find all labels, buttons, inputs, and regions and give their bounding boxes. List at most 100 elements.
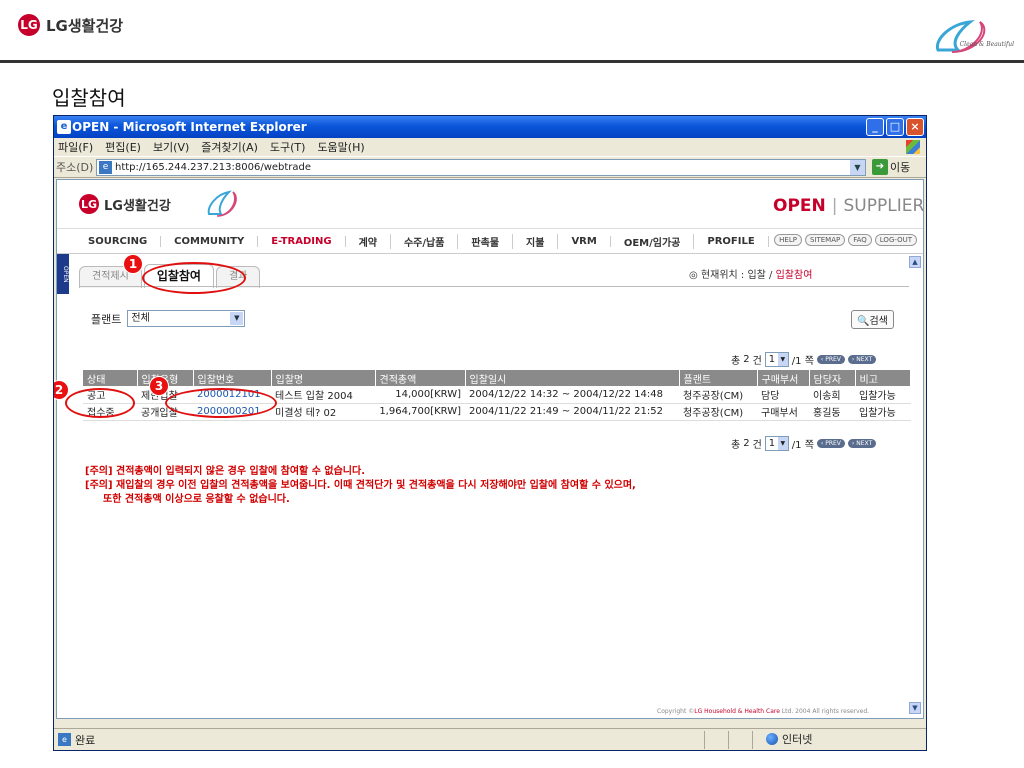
pager-bottom: 총 2 건 1 ▼ /1 쪽 ‹ PREV › NEXT <box>731 436 877 451</box>
menu-view[interactable]: 보기(V) <box>153 139 189 155</box>
col-remark: 비고 <box>855 370 911 386</box>
cell-remark: 입찰가능 <box>855 386 911 404</box>
go-button[interactable]: ➔ 이동 <box>872 159 910 175</box>
annotation-badge-1: 1 <box>123 254 143 274</box>
cell-dept: 담당 <box>757 386 809 404</box>
table-header-row: 상태 입찰유형 입찰번호 입찰명 견적총액 입찰일시 플랜트 구매부서 담당자 … <box>83 370 911 386</box>
nav-community[interactable]: COMMUNITY <box>161 235 259 247</box>
page-select[interactable]: 1 ▼ <box>764 352 789 367</box>
menu-help[interactable]: 도움말(H) <box>317 139 364 155</box>
zone-label: 인터넷 <box>782 733 813 746</box>
windows-flag-icon <box>906 140 920 154</box>
slide-title: 입찰참여 <box>52 86 126 110</box>
plant-label: 플랜트 <box>91 312 122 326</box>
portal-logo[interactable]: LG LG생활건강 <box>79 194 171 214</box>
col-bid-name: 입찰명 <box>271 370 376 386</box>
portal-clean-logo <box>207 190 237 217</box>
plant-select[interactable]: 전체 ▼ <box>127 310 246 327</box>
slide-brand-logo: LG LG생활건강 <box>18 14 123 36</box>
cell-bid-name: 미결성 테? 02 <box>271 403 375 421</box>
go-arrow-icon: ➔ <box>872 159 888 175</box>
total-count: 2 <box>743 354 750 365</box>
nav-oem[interactable]: OEM/임가공 <box>611 233 695 249</box>
browser-window: e OPEN - Microsoft Internet Explorer _ □… <box>53 115 927 751</box>
security-zone: 인터넷 <box>766 731 812 747</box>
clean-tagline: Clean & Beautiful <box>960 41 1014 48</box>
utility-links: HELP SITEMAP FAQ LOG-OUT <box>774 234 917 246</box>
menu-favorites[interactable]: 즐겨찾기(A) <box>201 139 258 155</box>
nav-sourcing[interactable]: SOURCING <box>75 235 162 247</box>
logout-link[interactable]: LOG-OUT <box>874 234 917 246</box>
status-bar: e 완료 인터넷 <box>54 728 926 750</box>
cell-quote-total: 14,000[KRW] <box>375 386 465 404</box>
prev-button[interactable]: ‹ PREV <box>816 355 845 364</box>
window-title: OPEN - Microsoft Internet Explorer <box>72 120 307 134</box>
nav-vrm[interactable]: VRM <box>558 235 611 247</box>
cell-bid-datetime: 2004/12/22 14:32 ~ 2004/12/22 14:48 <box>465 386 679 404</box>
nav-promotion[interactable]: 판촉물 <box>458 233 514 249</box>
annotation-ellipse-status <box>65 388 135 418</box>
sitemap-link[interactable]: SITEMAP <box>804 234 846 246</box>
cell-remark: 입찰가능 <box>855 403 911 421</box>
search-icon: 🔍 <box>857 316 870 327</box>
lg-logo-icon: LG <box>18 14 40 36</box>
col-manager: 담당자 <box>809 370 856 386</box>
open-supplier-title: OPEN | SUPPLIER <box>773 196 925 216</box>
cell-dept: 구매부서 <box>757 403 809 421</box>
notice-3: 또한 견적총액 이상으로 응찰할 수 없습니다. <box>103 494 290 505</box>
clean-beautiful-logo: Clean & Beautiful <box>935 19 1014 53</box>
ie-icon: e <box>57 120 71 134</box>
lg-logo-icon: LG <box>79 194 99 214</box>
cell-manager: 이송희 <box>809 386 855 404</box>
close-button[interactable]: × <box>906 118 924 136</box>
col-bid-datetime: 입찰일시 <box>465 370 680 386</box>
menu-file[interactable]: 파일(F) <box>58 139 93 155</box>
window-titlebar[interactable]: e OPEN - Microsoft Internet Explorer _ □… <box>54 116 926 138</box>
menu-edit[interactable]: 편집(E) <box>105 139 141 155</box>
cell-plant: 청주공장(CM) <box>679 386 757 404</box>
page-icon: e <box>99 161 112 174</box>
address-input[interactable]: e http://165.244.237.213:8006/webtrade ▼ <box>96 159 866 176</box>
status-text: 완료 <box>75 733 96 747</box>
global-nav: SOURCING COMMUNITY E-TRADING 계약 수주/납품 판촉… <box>57 228 923 254</box>
globe-icon <box>766 733 778 745</box>
nav-profile[interactable]: PROFILE <box>694 235 769 247</box>
faq-link[interactable]: FAQ <box>848 234 872 246</box>
page-select[interactable]: 1 ▼ <box>764 436 789 451</box>
nav-e-trading[interactable]: E-TRADING <box>258 235 346 247</box>
total-prefix: 총 <box>731 356 741 367</box>
help-link[interactable]: HELP <box>774 234 802 246</box>
col-bid-number: 입찰번호 <box>193 370 272 386</box>
nav-order-delivery[interactable]: 수주/납품 <box>391 233 459 249</box>
col-quote-total: 견적총액 <box>375 370 466 386</box>
cell-quote-total: 1,964,700[KRW] <box>375 403 465 421</box>
side-open-tab[interactable]: OPEN <box>57 254 69 294</box>
address-dropdown-icon[interactable]: ▼ <box>850 160 865 175</box>
minimize-button[interactable]: _ <box>866 118 884 136</box>
col-status: 상태 <box>83 370 138 386</box>
copyright: Copyright ©LG Household & Health Care Lt… <box>657 708 870 715</box>
notice-2: [주의] 재입찰의 경우 이전 입찰의 견적총액을 보여줍니다. 이때 견적단가… <box>85 480 636 491</box>
notice-1: [주의] 견적총액이 입력되지 않은 경우 입찰에 참여할 수 없습니다. <box>85 466 365 477</box>
location-prefix: 현재위치 : 입찰 / <box>700 270 773 281</box>
location-current: 입찰참여 <box>775 270 813 281</box>
address-label: 주소(D) <box>56 161 94 174</box>
nav-contract[interactable]: 계약 <box>346 233 391 249</box>
supplier-label: SUPPLIER <box>843 196 925 216</box>
slide-brand-text: LG생활건강 <box>46 16 124 35</box>
total-unit: 건 <box>752 356 762 367</box>
scroll-up-icon[interactable]: ▲ <box>909 256 921 268</box>
plant-value: 전체 <box>131 313 150 324</box>
address-bar: 주소(D) e http://165.244.237.213:8006/webt… <box>54 156 926 178</box>
search-button[interactable]: 🔍검색 <box>851 310 894 329</box>
next-button[interactable]: › NEXT <box>847 355 877 364</box>
prev-button[interactable]: ‹ PREV <box>816 439 845 448</box>
col-dept: 구매부서 <box>757 370 810 386</box>
menu-tools[interactable]: 도구(T) <box>270 139 306 155</box>
nav-payment[interactable]: 지불 <box>513 233 559 249</box>
page-suffix: /1 쪽 <box>791 356 814 367</box>
next-button[interactable]: › NEXT <box>847 439 877 448</box>
scroll-down-icon[interactable]: ▼ <box>909 702 921 714</box>
maximize-button[interactable]: □ <box>886 118 904 136</box>
chevron-down-icon: ▼ <box>230 312 244 325</box>
